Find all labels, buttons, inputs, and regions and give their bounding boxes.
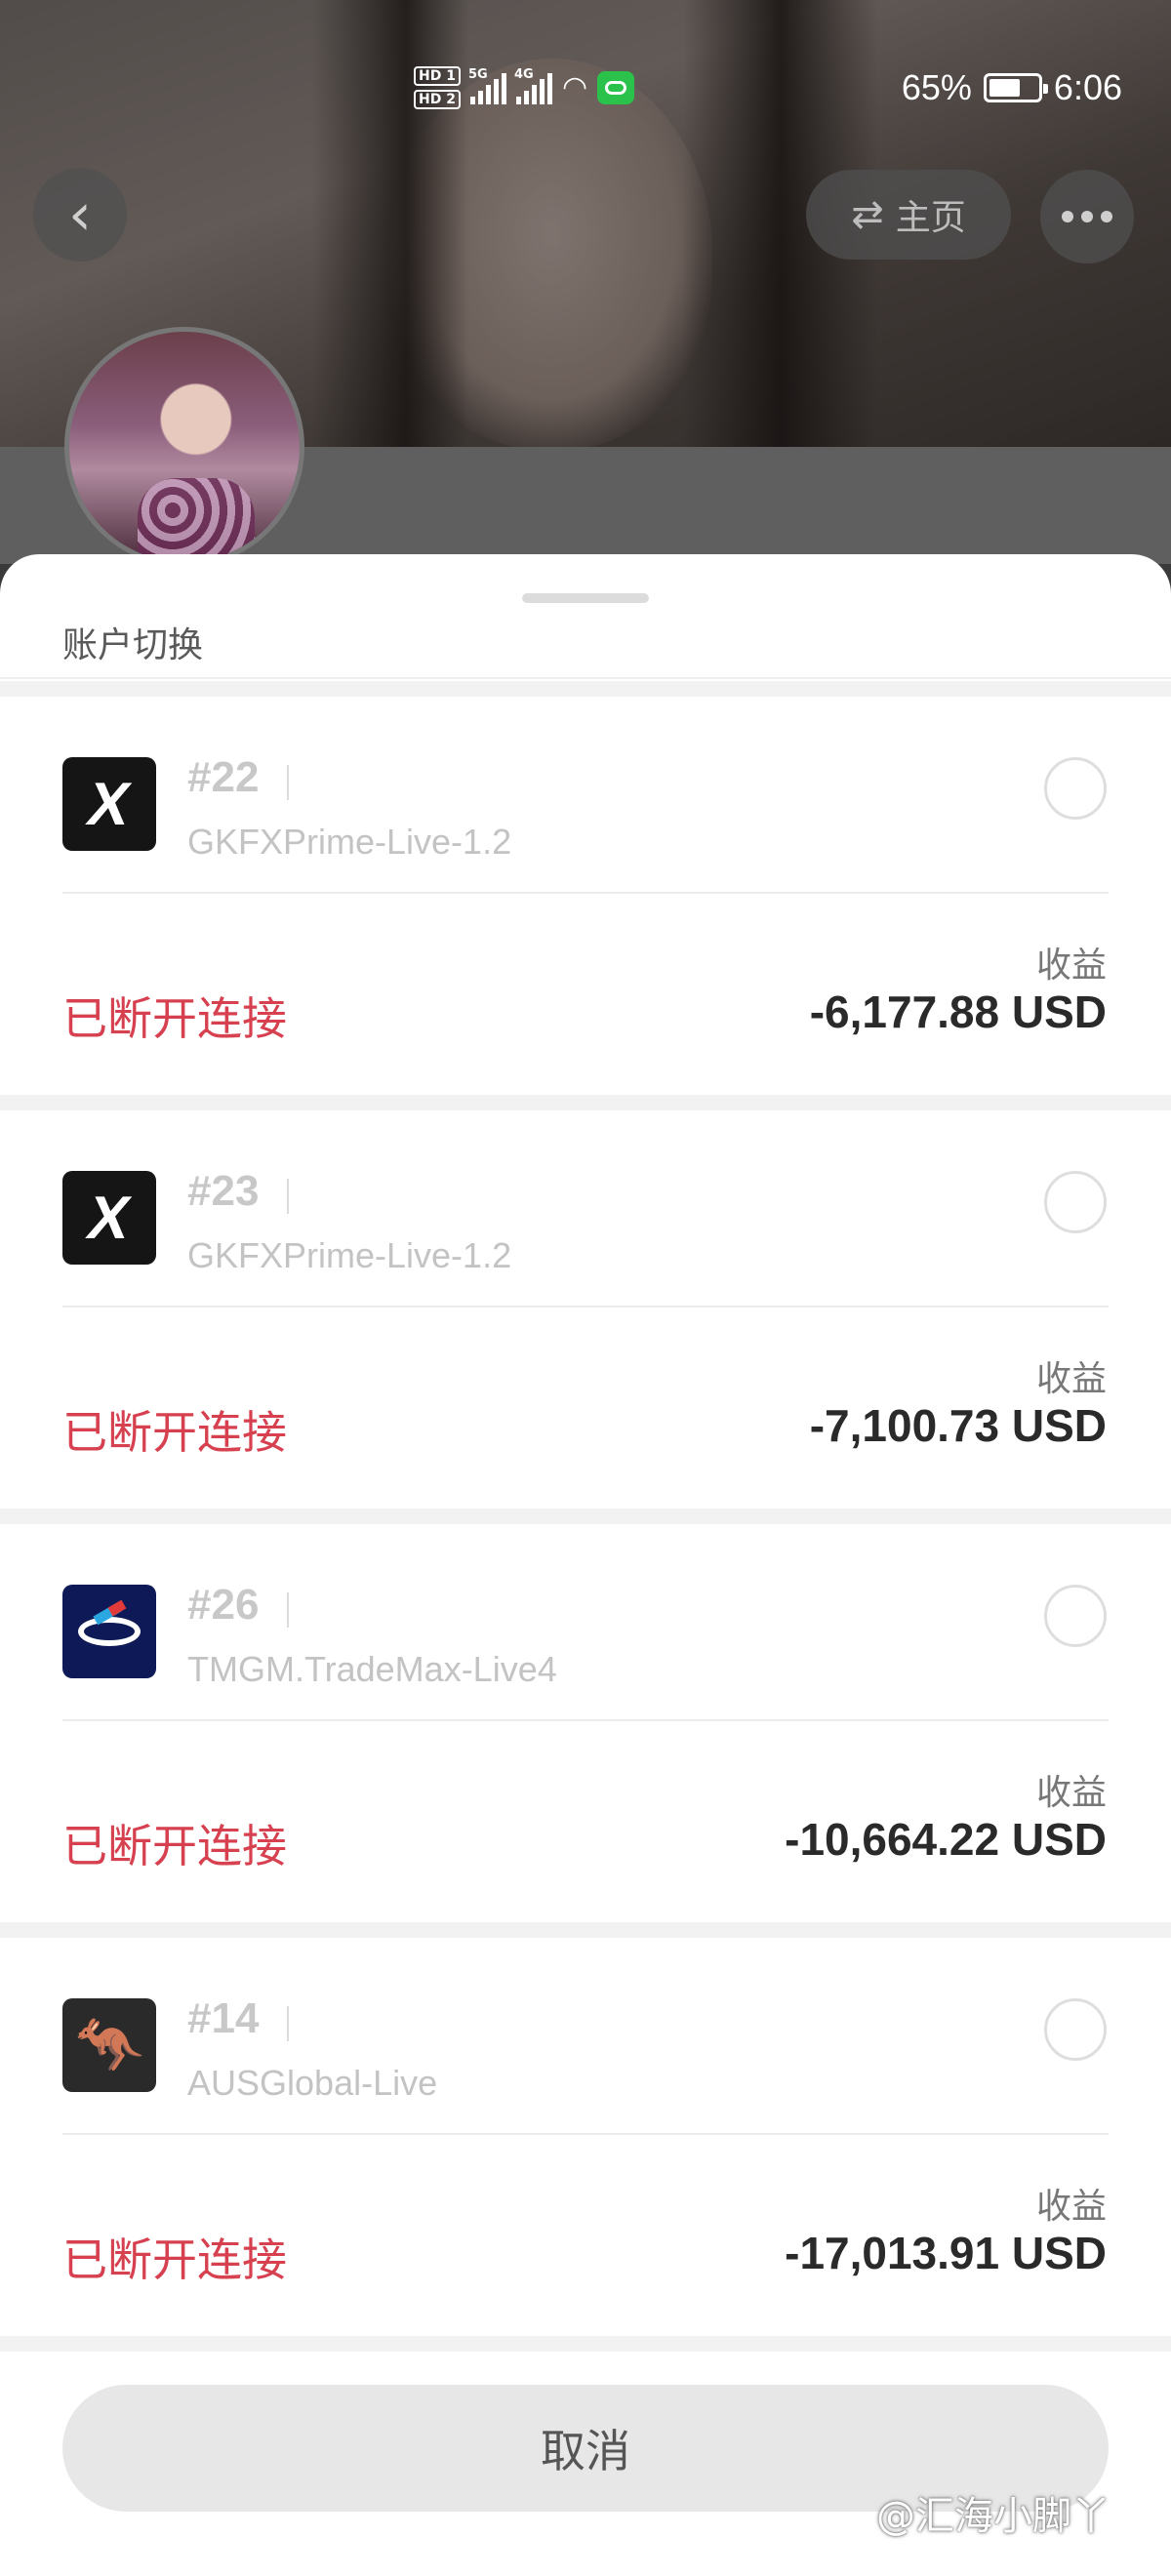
drag-handle[interactable] <box>522 593 649 603</box>
home-label: 主页 <box>895 198 966 238</box>
sheet-title: 账户切换 <box>62 625 204 665</box>
home-button[interactable]: ⇄ 主页 <box>806 170 1011 260</box>
avatar[interactable] <box>64 327 304 567</box>
connection-status: 已断开连接 <box>62 1820 287 1872</box>
profit-label: 收益 <box>1035 946 1107 986</box>
account-radio[interactable] <box>1044 1998 1107 2061</box>
profit-value: -6,177.88 USD <box>809 986 1107 1037</box>
account-number: #26 <box>187 1581 260 1629</box>
watermark: @汇海小脚丫 <box>876 2494 1110 2539</box>
divider <box>0 677 1171 679</box>
more-dots-icon <box>1062 211 1073 222</box>
wifi-icon: ◠ <box>561 70 588 104</box>
hd2-badge: HD 2 <box>414 90 461 109</box>
status-bar: HD 1 HD 2 5G 4G ◠ 65% 6:06 <box>0 59 1171 117</box>
profit-value: -10,664.22 USD <box>785 1814 1107 1865</box>
swap-icon: ⇄ <box>851 192 884 237</box>
account-radio[interactable] <box>1044 757 1107 820</box>
connection-status: 已断开连接 <box>62 992 287 1045</box>
account-item[interactable]: 🦘 #14 AUSGlobal-Live 收益 已断开连接 -17,013.91… <box>0 1938 1171 2336</box>
chevron-left-icon: ‹ <box>68 181 92 249</box>
account-switch-sheet: 账户切换 X #22 GKFXPrime-Live-1.2 收益 已断开连接 -… <box>0 554 1171 2576</box>
signal-5g-icon: 5G <box>468 67 506 104</box>
account-item[interactable]: #26 TMGM.TradeMax-Live4 收益 已断开连接 -10,664… <box>0 1524 1171 1922</box>
battery-percent: 65% <box>901 67 972 107</box>
account-list: X #22 GKFXPrime-Live-1.2 收益 已断开连接 -6,177… <box>0 681 1171 2352</box>
profit-value: -17,013.91 USD <box>785 2228 1107 2278</box>
kangaroo-logo-icon: 🦘 <box>62 1998 156 2092</box>
gkfx-logo-icon: X <box>62 757 156 851</box>
profit-value: -7,100.73 USD <box>809 1400 1107 1451</box>
account-server: GKFXPrime-Live-1.2 <box>187 822 512 862</box>
hd1-badge: HD 1 <box>414 66 461 86</box>
profit-label: 收益 <box>1035 1773 1107 1813</box>
account-number: #14 <box>187 1994 260 2042</box>
connection-status: 已断开连接 <box>62 1406 287 1459</box>
connection-status: 已断开连接 <box>62 2234 287 2286</box>
account-server: TMGM.TradeMax-Live4 <box>187 1649 557 1689</box>
more-button[interactable] <box>1040 170 1134 263</box>
account-radio[interactable] <box>1044 1585 1107 1647</box>
profit-label: 收益 <box>1035 2187 1107 2227</box>
account-number: #23 <box>187 1167 260 1215</box>
account-item[interactable]: X #22 GKFXPrime-Live-1.2 收益 已断开连接 -6,177… <box>0 697 1171 1095</box>
signal-4g-icon: 4G <box>514 67 552 104</box>
back-button[interactable]: ‹ <box>33 168 127 262</box>
account-number: #22 <box>187 753 260 801</box>
chat-notification-icon <box>597 71 635 104</box>
account-radio[interactable] <box>1044 1171 1107 1233</box>
account-item[interactable]: X #23 GKFXPrime-Live-1.2 收益 已断开连接 -7,100… <box>0 1110 1171 1509</box>
account-server: AUSGlobal-Live <box>187 2063 438 2103</box>
battery-icon <box>983 73 1048 102</box>
tmgm-logo-icon <box>62 1585 156 1678</box>
gkfx-logo-icon: X <box>62 1171 156 1265</box>
clock: 6:06 <box>1053 67 1122 107</box>
account-server: GKFXPrime-Live-1.2 <box>187 1235 512 1275</box>
profit-label: 收益 <box>1035 1359 1107 1399</box>
